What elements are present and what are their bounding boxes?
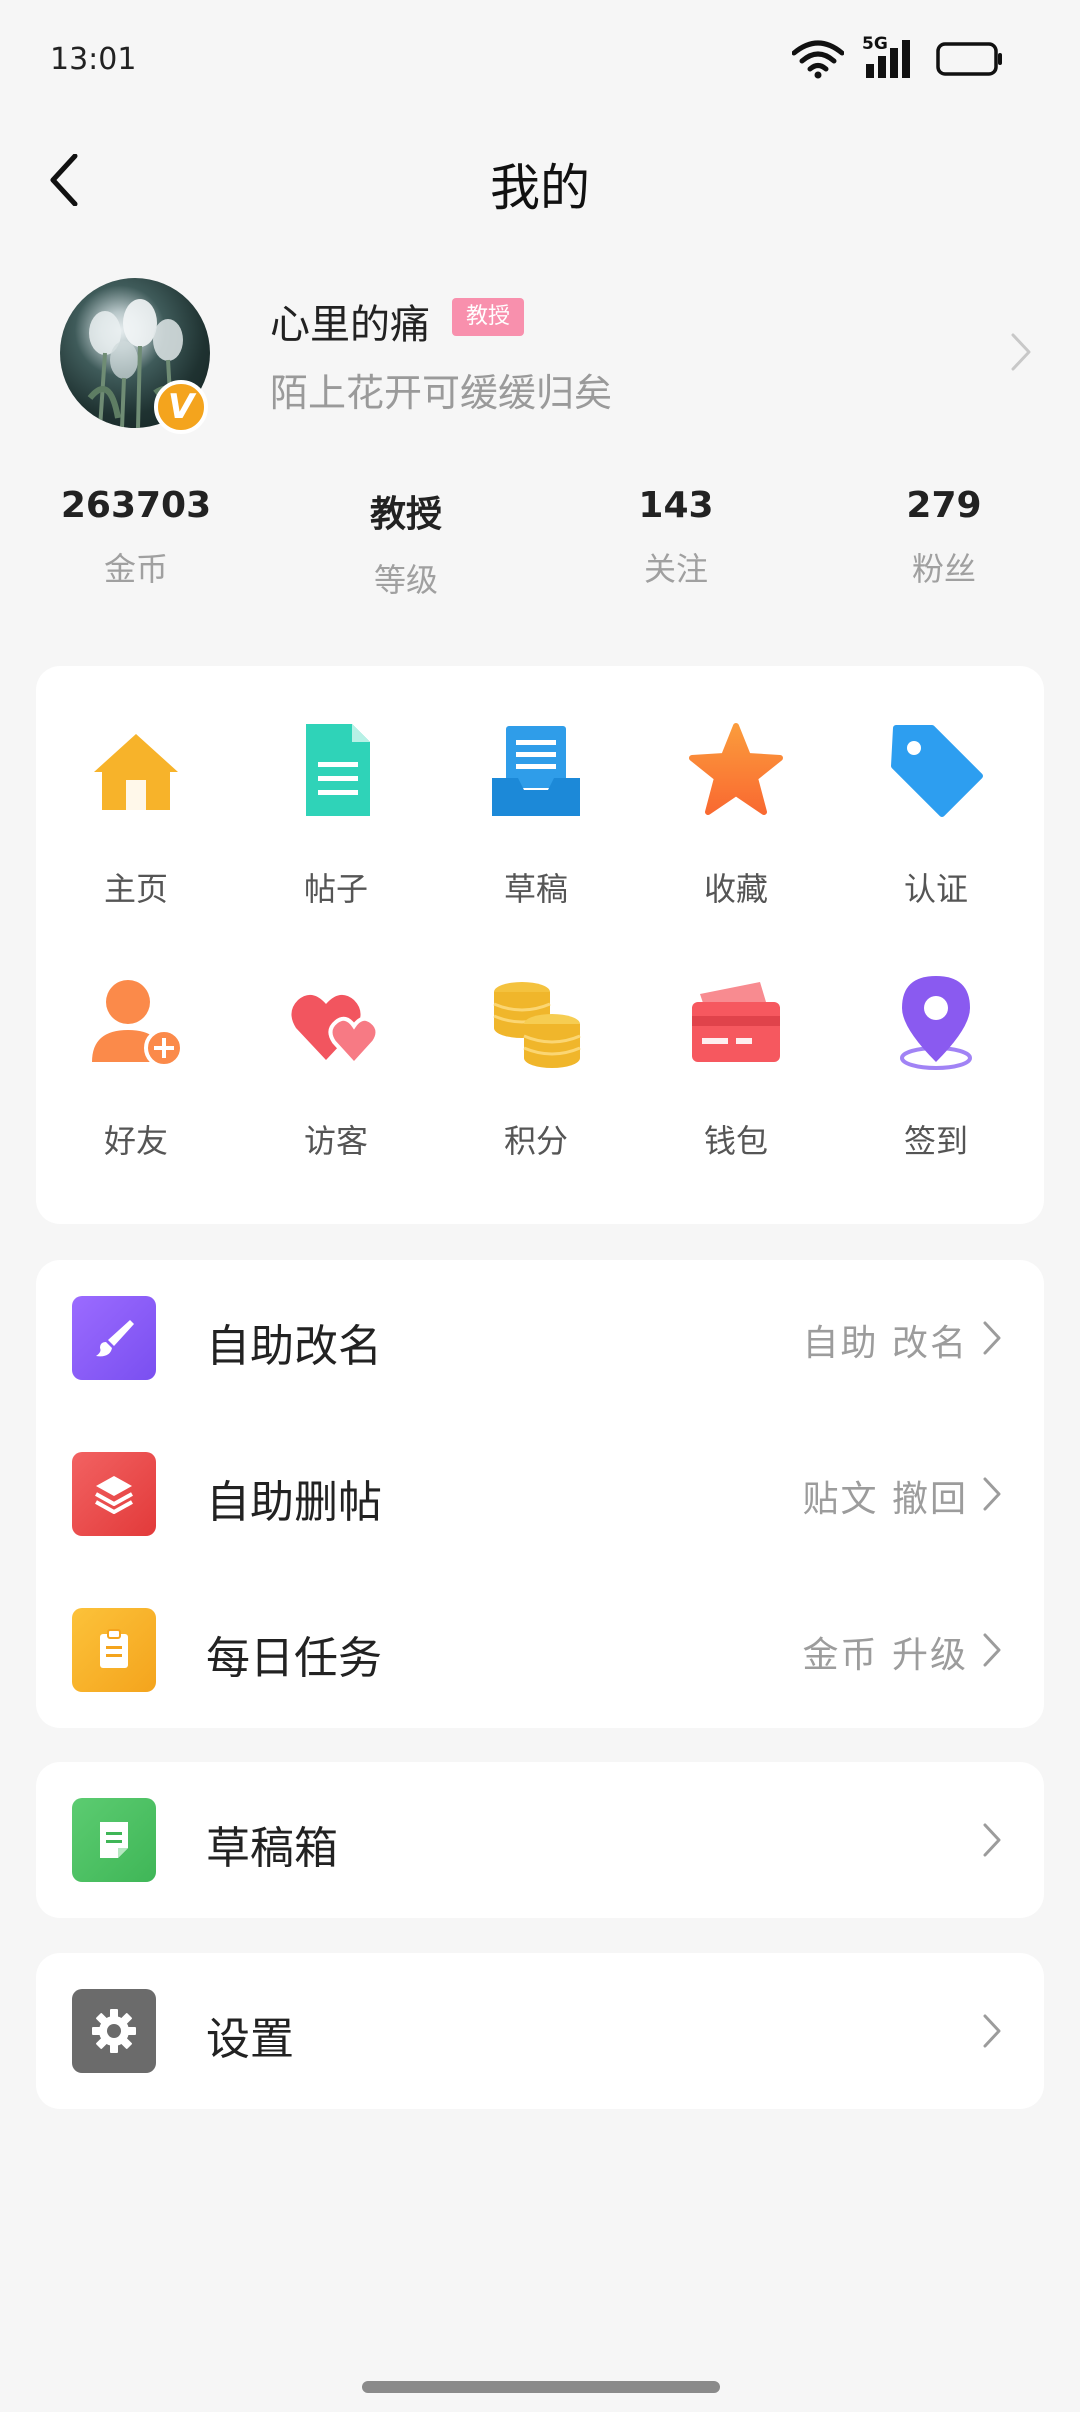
stat-following[interactable]: 143 关注: [576, 485, 776, 590]
chevron-right-icon: [1011, 333, 1031, 371]
grid-label: 好友: [103, 1122, 168, 1160]
row-title: 设置: [206, 2014, 294, 2065]
chevron-right-icon: [983, 1477, 1001, 1511]
stat-value: 279: [906, 485, 982, 526]
settings-card: 设置: [36, 1953, 1044, 2109]
stat-coins[interactable]: 263703 金币: [36, 485, 236, 590]
row-meta: 金币 升级: [802, 1635, 968, 1676]
stat-fans[interactable]: 279 粉丝: [844, 485, 1044, 590]
stats-row: 263703 金币 教授 等级 143 关注 279 粉丝: [0, 485, 1080, 605]
list-item-delete-post[interactable]: 自助删帖 贴文 撤回: [36, 1416, 1044, 1572]
stat-label: 关注: [643, 550, 708, 588]
coins-icon: [493, 982, 581, 1068]
hearts-icon: [291, 994, 380, 1067]
list-item-daily-tasks[interactable]: 每日任务 金币 升级: [36, 1572, 1044, 1728]
list-item-rename[interactable]: 自助改名 自助 改名: [36, 1260, 1044, 1416]
stat-label: 金币: [103, 550, 168, 588]
stat-value: 教授: [369, 494, 442, 535]
grid-item-verify[interactable]: 认证: [836, 666, 1036, 908]
grid-label: 访客: [303, 1122, 368, 1160]
stat-label: 等级: [373, 561, 438, 599]
clipboard-icon: [100, 1629, 128, 1668]
quick-actions-card: 自助改名 自助 改名 自助删帖 贴文 撤回 每日任务 金币 升级: [36, 1260, 1044, 1728]
nav-bar: 我的: [0, 130, 1080, 230]
row-meta: 贴文 撤回: [802, 1479, 968, 1520]
grid-label: 帖子: [303, 870, 368, 908]
chevron-right-icon: [983, 1823, 1001, 1857]
stat-value: 143: [638, 485, 714, 526]
cellular-signal-icon: 5G: [862, 34, 918, 80]
row-title: 草稿箱: [206, 1823, 338, 1874]
status-time: 13:01: [50, 42, 137, 77]
verified-badge: V: [154, 380, 208, 434]
chevron-right-icon: [983, 1633, 1001, 1667]
stat-level[interactable]: 教授 等级: [306, 485, 506, 601]
status-bar: 13:01 5G: [0, 0, 1080, 120]
tag-icon: [891, 725, 983, 817]
user-signature: 陌上花开可缓缓归矣: [270, 371, 613, 415]
grid-label: 积分: [503, 1122, 568, 1160]
draft-tray-icon: [492, 726, 580, 816]
grid-item-visitors[interactable]: 访客: [236, 918, 436, 1160]
chevron-right-icon: [983, 1321, 1001, 1355]
stat-value: 263703: [60, 485, 212, 526]
feature-grid: 主页 帖子 草稿 收藏 认证 好友 访客 积分 钱包 签到: [36, 666, 1044, 1224]
grid-item-home[interactable]: 主页: [36, 666, 236, 908]
document-icon: [306, 724, 370, 816]
grid-label: 认证: [903, 870, 968, 908]
row-title: 自助改名: [206, 1321, 382, 1372]
grid-item-points[interactable]: 积分: [436, 918, 636, 1160]
row-icon-box: [72, 1608, 156, 1692]
row-title: 每日任务: [206, 1633, 382, 1684]
add-friend-icon: [92, 980, 184, 1068]
grid-label: 钱包: [703, 1122, 768, 1160]
note-icon: [100, 1822, 128, 1858]
list-item-draft-box[interactable]: 草稿箱: [36, 1762, 1044, 1918]
row-meta: 自助 改名: [802, 1323, 968, 1364]
status-icons: 5G: [792, 34, 1004, 80]
battery-icon: [936, 42, 1002, 76]
list-item-settings[interactable]: 设置: [36, 1953, 1044, 2109]
grid-item-posts[interactable]: 帖子: [236, 666, 436, 908]
page-title: 我的: [490, 159, 590, 217]
home-icon: [94, 734, 178, 810]
grid-label: 草稿: [503, 870, 568, 908]
stat-label: 粉丝: [911, 550, 976, 588]
grid-item-checkin[interactable]: 签到: [836, 918, 1036, 1160]
grid-label: 签到: [903, 1122, 968, 1160]
grid-item-favorites[interactable]: 收藏: [636, 666, 836, 908]
star-icon: [689, 723, 783, 815]
drafts-card: 草稿箱: [36, 1762, 1044, 1918]
user-name: 心里的痛: [270, 302, 430, 348]
level-tag: 教授: [452, 298, 525, 336]
layers-icon: [95, 1476, 133, 1514]
row-icon-box: [72, 1452, 156, 1536]
wifi-icon: [792, 40, 844, 79]
row-icon-box: [72, 1798, 156, 1882]
grid-label: 收藏: [703, 870, 768, 908]
row-icon-box: [72, 1296, 156, 1380]
grid-item-wallet[interactable]: 钱包: [636, 918, 836, 1160]
grid-item-drafts[interactable]: 草稿: [436, 666, 636, 908]
location-pin-icon: [900, 976, 972, 1070]
grid-label: 主页: [103, 870, 168, 908]
paintbrush-icon: [96, 1320, 134, 1357]
gear-icon: [92, 2009, 136, 2053]
grid-item-friends[interactable]: 好友: [36, 918, 236, 1160]
row-title: 自助删帖: [206, 1477, 382, 1528]
wallet-card-icon: [692, 982, 780, 1062]
row-icon-box: [72, 1989, 156, 2073]
chevron-right-icon: [983, 2014, 1001, 2048]
profile-header[interactable]: V 心里的痛 教授 陌上花开可缓缓归矣: [0, 270, 1080, 440]
home-indicator[interactable]: [362, 2381, 720, 2393]
